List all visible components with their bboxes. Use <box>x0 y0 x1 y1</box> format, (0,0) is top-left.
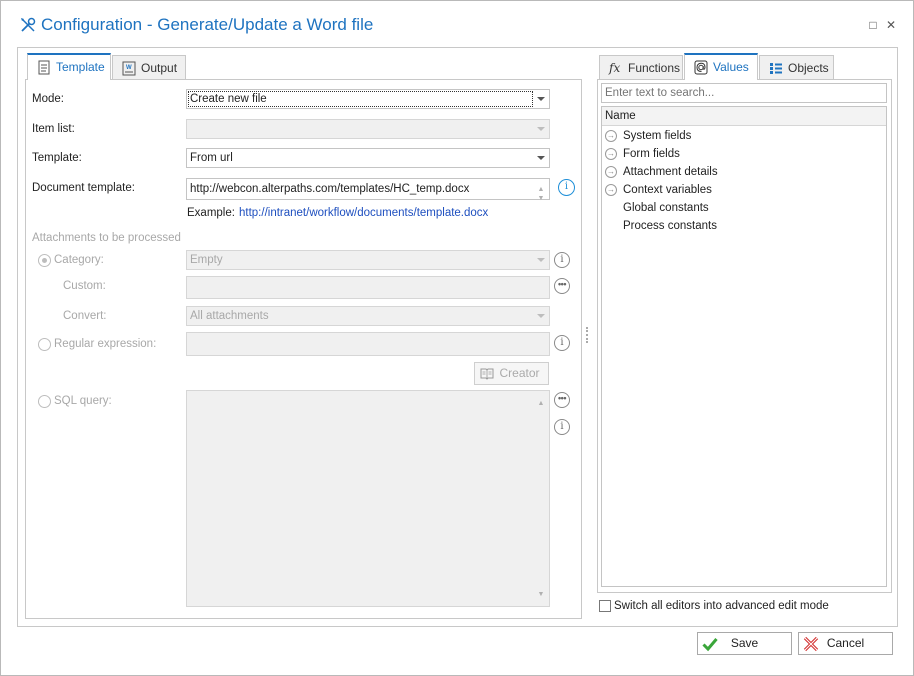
attachments-header: Attachments to be processed <box>32 232 181 244</box>
template-dropdown[interactable]: From url <box>186 148 550 168</box>
cancel-label: Cancel <box>826 636 865 650</box>
regex-input[interactable] <box>186 332 550 356</box>
search-input[interactable] <box>601 83 887 103</box>
chevron-down-icon <box>537 314 545 318</box>
expand-arrow-icon[interactable]: → <box>605 148 617 160</box>
at-sign-icon <box>694 60 708 75</box>
tab-objects[interactable]: Objects <box>759 55 834 80</box>
mode-label: Mode: <box>32 93 64 105</box>
convert-dropdown[interactable]: All attachments <box>186 306 550 326</box>
example-label: Example: <box>187 207 235 219</box>
category-label: Category: <box>54 254 104 266</box>
fx-icon: fx <box>609 61 621 75</box>
expand-arrow-icon[interactable]: → <box>605 184 617 196</box>
tab-functions-label: Functions <box>628 61 681 75</box>
sql-label: SQL query: <box>54 395 112 407</box>
document-template-label: Document template: <box>32 182 135 194</box>
tab-values[interactable]: Values <box>684 53 758 80</box>
save-label: Save <box>730 636 759 650</box>
regex-label: Regular expression: <box>54 338 157 350</box>
tab-objects-label: Objects <box>788 61 829 75</box>
book-icon <box>480 368 494 380</box>
advanced-mode-checkbox[interactable] <box>599 600 611 612</box>
tree-item-label: Context variables <box>623 184 712 196</box>
cross-icon <box>803 636 819 652</box>
template-value: From url <box>190 152 233 164</box>
expand-arrow-icon[interactable]: → <box>605 166 617 178</box>
scroll-up-icon[interactable]: ▲ <box>534 395 548 413</box>
svg-text:W: W <box>126 65 132 71</box>
tab-template-label: Template <box>56 60 105 74</box>
word-file-icon: W <box>122 61 136 76</box>
chevron-down-icon <box>537 97 545 101</box>
maximize-button[interactable]: □ <box>867 19 879 31</box>
expand-arrow-icon[interactable]: → <box>605 130 617 142</box>
chevron-down-icon <box>537 127 545 131</box>
convert-value: All attachments <box>190 310 269 322</box>
tree-item-label: Global constants <box>623 202 709 214</box>
example-url: http://intranet/workflow/documents/templ… <box>239 207 489 219</box>
document-template-value: http://webcon.alterpaths.com/templates/H… <box>190 183 470 195</box>
document-template-input[interactable]: http://webcon.alterpaths.com/templates/H… <box>186 178 550 202</box>
custom-input[interactable] <box>186 276 550 299</box>
tab-functions[interactable]: fx Functions <box>599 55 683 80</box>
item-list-label: Item list: <box>32 123 75 135</box>
scroll-down-icon[interactable]: ▼ <box>534 586 548 604</box>
category-radio[interactable] <box>38 254 51 267</box>
column-header[interactable]: Name <box>602 107 886 126</box>
more-options-icon[interactable]: ••• <box>554 392 570 408</box>
tab-values-label: Values <box>713 60 749 74</box>
category-dropdown[interactable]: Empty <box>186 250 550 270</box>
title-bar: Configuration - Generate/Update a Word f… <box>1 1 913 41</box>
more-options-icon[interactable]: ••• <box>554 278 570 294</box>
tree-item-label: Attachment details <box>623 166 718 178</box>
cancel-button[interactable]: Cancel <box>798 632 893 655</box>
sql-radio[interactable] <box>38 395 51 408</box>
advanced-mode-label: Switch all editors into advanced edit mo… <box>614 600 829 612</box>
sql-query-editor[interactable]: ▲ ▼ <box>186 390 550 607</box>
custom-label: Custom: <box>63 280 106 292</box>
regex-radio[interactable] <box>38 338 51 351</box>
item-list-dropdown[interactable] <box>186 119 550 139</box>
info-icon[interactable]: i <box>554 335 570 351</box>
tree-item-label: Process constants <box>623 220 717 232</box>
info-icon[interactable]: i <box>554 252 570 268</box>
convert-label: Convert: <box>63 310 107 322</box>
chevron-down-icon <box>537 156 545 160</box>
document-icon <box>38 60 50 75</box>
mode-dropdown[interactable]: Create new file <box>186 89 550 109</box>
dialog-window: Configuration - Generate/Update a Word f… <box>0 0 914 676</box>
tab-template[interactable]: Template <box>27 53 111 80</box>
window-title: Configuration - Generate/Update a Word f… <box>41 15 374 34</box>
splitter-handle[interactable] <box>586 327 588 343</box>
tree-item-label: Form fields <box>623 148 680 160</box>
close-button[interactable]: ✕ <box>885 19 897 31</box>
list-icon <box>770 63 782 74</box>
save-button[interactable]: Save <box>697 632 792 655</box>
info-icon[interactable]: i <box>554 419 570 435</box>
scroll-down-icon[interactable]: ▼ <box>534 189 548 209</box>
tab-output-label: Output <box>141 61 178 75</box>
category-value: Empty <box>190 254 223 266</box>
tab-output[interactable]: W Output <box>112 55 186 80</box>
info-icon[interactable]: i <box>558 179 575 196</box>
tools-icon <box>21 17 36 32</box>
template-label: Template: <box>32 152 82 164</box>
checkmark-icon <box>702 638 718 652</box>
mode-value: Create new file <box>190 93 267 105</box>
column-header-label: Name <box>605 110 636 122</box>
chevron-down-icon <box>537 258 545 262</box>
creator-button[interactable]: Creator <box>474 362 549 385</box>
tree-item-label: System fields <box>623 130 692 142</box>
